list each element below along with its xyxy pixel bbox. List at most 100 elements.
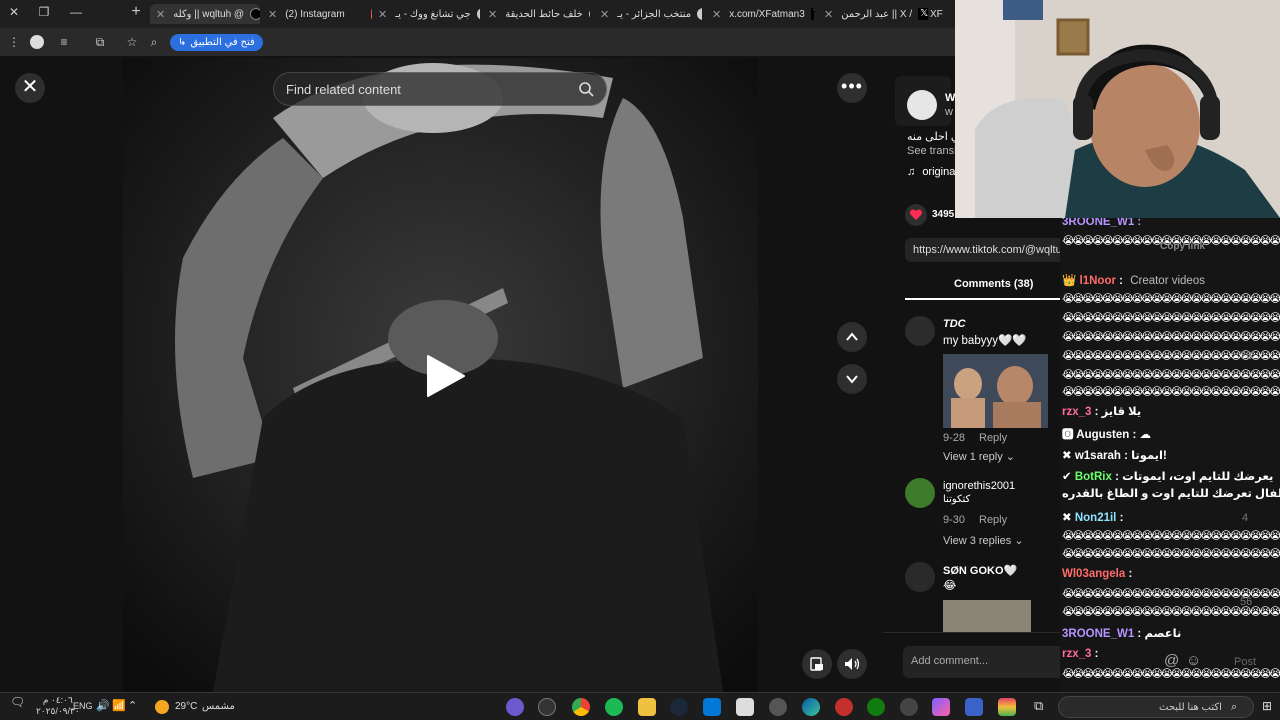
tab-3[interactable]: ✕ جي تشانغ ووك - يـ	[372, 4, 480, 24]
xbox-icon[interactable]	[867, 698, 885, 716]
find-related-search[interactable]	[273, 72, 607, 106]
window-minimize-icon[interactable]: —	[68, 4, 84, 20]
app-icon-2[interactable]	[769, 698, 787, 716]
spotify-icon[interactable]	[605, 698, 623, 716]
tab-close-icon[interactable]: ✕	[712, 8, 721, 21]
volume-tray-icon[interactable]: 🔊	[96, 699, 110, 712]
tab-close-icon[interactable]: ✕	[156, 8, 165, 21]
more-options-button[interactable]: •••	[837, 73, 867, 103]
reading-list-icon[interactable]: ≡	[56, 34, 72, 50]
open-in-app-button[interactable]: ↳ فتح في التطبيق	[170, 34, 263, 51]
menu-dots-icon[interactable]: ⋮	[6, 34, 22, 50]
picture-in-picture-button[interactable]	[802, 649, 832, 679]
comment-image[interactable]	[943, 600, 1031, 632]
extensions-icon[interactable]: ⧉	[92, 34, 108, 50]
post-comment-button[interactable]: Post	[1234, 656, 1256, 668]
new-tab-icon[interactable]: +	[128, 4, 144, 20]
app-icon-3[interactable]	[835, 698, 853, 716]
tab-tiktok[interactable]: ✕ وكله || wqltuh @	[150, 4, 260, 24]
divider	[883, 632, 1060, 633]
tab-comments[interactable]: Comments (38)	[954, 278, 1033, 290]
search-icon[interactable]	[578, 81, 594, 97]
crown-badge-icon: 👑	[1062, 275, 1077, 287]
start-icon[interactable]: ⊞	[1262, 699, 1272, 713]
tab-instagram[interactable]: ✕ (2) Instagram	[262, 4, 372, 24]
chat-message: يعرضك للتايم اوت، ايموتات	[1122, 471, 1274, 483]
chat-username: Wl03angela	[1062, 568, 1126, 580]
settings-icon[interactable]	[900, 698, 918, 716]
chevron-down-icon: ⌄	[1014, 535, 1024, 547]
reply-button[interactable]: Reply	[979, 514, 1007, 526]
app-icon-4[interactable]	[965, 698, 983, 716]
network-tray-icon[interactable]: 📶	[112, 699, 126, 712]
close-button[interactable]: ✕	[15, 73, 45, 103]
window-restore-icon[interactable]: ❐	[36, 4, 52, 20]
weather-label[interactable]: مشمس	[202, 701, 235, 712]
comment-username[interactable]: TDC	[943, 318, 966, 330]
weather-temp[interactable]: 29°C	[175, 701, 197, 712]
tab-4[interactable]: ✕ خلف حائط الحديقة	[482, 4, 590, 24]
comment-input-box[interactable]: Add comment...	[903, 646, 1060, 678]
window-close-icon[interactable]: ✕	[6, 4, 22, 20]
comment-username[interactable]: SØN GOKO🤍	[943, 564, 1017, 577]
mention-icon[interactable]: @	[1164, 652, 1179, 669]
previous-video-button[interactable]	[837, 322, 867, 352]
chevron-up-icon[interactable]: ⌃	[128, 699, 137, 712]
tab-close-icon[interactable]: ✕	[488, 8, 497, 21]
profile-avatar[interactable]	[30, 35, 44, 49]
comment-avatar[interactable]	[905, 478, 935, 508]
tab-close-icon[interactable]: ✕	[600, 8, 609, 21]
tab-creator-videos[interactable]: Creator videos	[1130, 275, 1205, 287]
emoji-icon[interactable]: ☺	[1186, 652, 1201, 669]
store-icon[interactable]	[736, 698, 754, 716]
app-icon-5[interactable]	[998, 698, 1016, 716]
view-replies-button[interactable]: View 3 replies ⌄	[943, 534, 1024, 547]
tab-close-icon[interactable]: ✕	[268, 8, 277, 21]
chat-line: 3ROONE_W1 : ناعصم	[1062, 628, 1182, 640]
zoom-icon[interactable]: ⌕	[146, 34, 162, 50]
comment-image[interactable]	[943, 354, 1048, 428]
tab-close-icon[interactable]: ✕	[378, 8, 387, 21]
tab-label: (2) Instagram	[285, 8, 345, 20]
tab-close-icon[interactable]: ✕	[824, 8, 833, 21]
webcam-image	[955, 0, 1280, 218]
stream-chat-overlay: 3ROONE_W1 : 😭😭😭😭😭😭😭😭😭😭😭😭😭😭😭😭😭😭😭😭😭😭😭😭😭😭😭 …	[1060, 218, 1280, 692]
notifications-icon[interactable]: 🗨	[10, 695, 25, 709]
steam-icon[interactable]	[670, 698, 688, 716]
volume-button[interactable]	[837, 649, 867, 679]
view-replies-button[interactable]: View 1 reply ⌄	[943, 450, 1015, 463]
reply-button[interactable]: Reply	[979, 432, 1007, 444]
taskbar-search-box[interactable]: اكتب هنا للبحث ⌕	[1058, 696, 1254, 718]
edge-icon[interactable]	[802, 698, 820, 716]
mail-icon[interactable]	[703, 698, 721, 716]
file-explorer-icon[interactable]	[638, 698, 656, 716]
taskbar-search-input[interactable]: اكتب هنا للبحث	[1159, 702, 1222, 713]
comment-text: كتكوتنا	[943, 494, 971, 505]
weather-sun-icon[interactable]	[155, 700, 169, 714]
comment-avatar[interactable]	[905, 316, 935, 346]
copilot-icon[interactable]	[932, 698, 950, 716]
chrome-icon[interactable]	[572, 698, 590, 716]
like-button[interactable]	[905, 204, 927, 226]
comment-date: 9-28	[943, 432, 966, 444]
tab-5[interactable]: ✕ منتخب الجزائر - يـ	[594, 4, 702, 24]
copy-link-button[interactable]: Copy link	[1160, 241, 1205, 252]
star-icon[interactable]: ☆	[124, 34, 140, 50]
chat-username: w1sarah	[1074, 450, 1121, 462]
comment-username[interactable]: ignorethis2001	[943, 480, 1015, 492]
tab-6[interactable]: ✕ x.com/XFatman3 𝕏	[706, 4, 814, 24]
language-indicator[interactable]: ENG	[73, 701, 93, 711]
chat-line: ✔ BotRix : يعرضك للتايم اوت، ايموتات	[1062, 471, 1274, 483]
view-replies-label: View 1 reply	[943, 451, 1003, 463]
comment-input[interactable]: Add comment...	[911, 655, 988, 667]
task-view-icon[interactable]: ⧉	[1034, 698, 1043, 714]
video-url[interactable]: https://www.tiktok.com/@wqltuh/video/755…	[913, 244, 1060, 256]
app-icon-1[interactable]	[506, 698, 524, 716]
next-video-button[interactable]	[837, 364, 867, 394]
tab-7[interactable]: ✕ عبد الرحمن || X / 𝕏	[818, 4, 928, 24]
search-input[interactable]	[286, 73, 576, 105]
obs-icon[interactable]	[538, 698, 556, 716]
play-icon[interactable]	[424, 354, 468, 398]
chat-username: rzx_3	[1062, 648, 1092, 660]
comment-avatar[interactable]	[905, 562, 935, 592]
